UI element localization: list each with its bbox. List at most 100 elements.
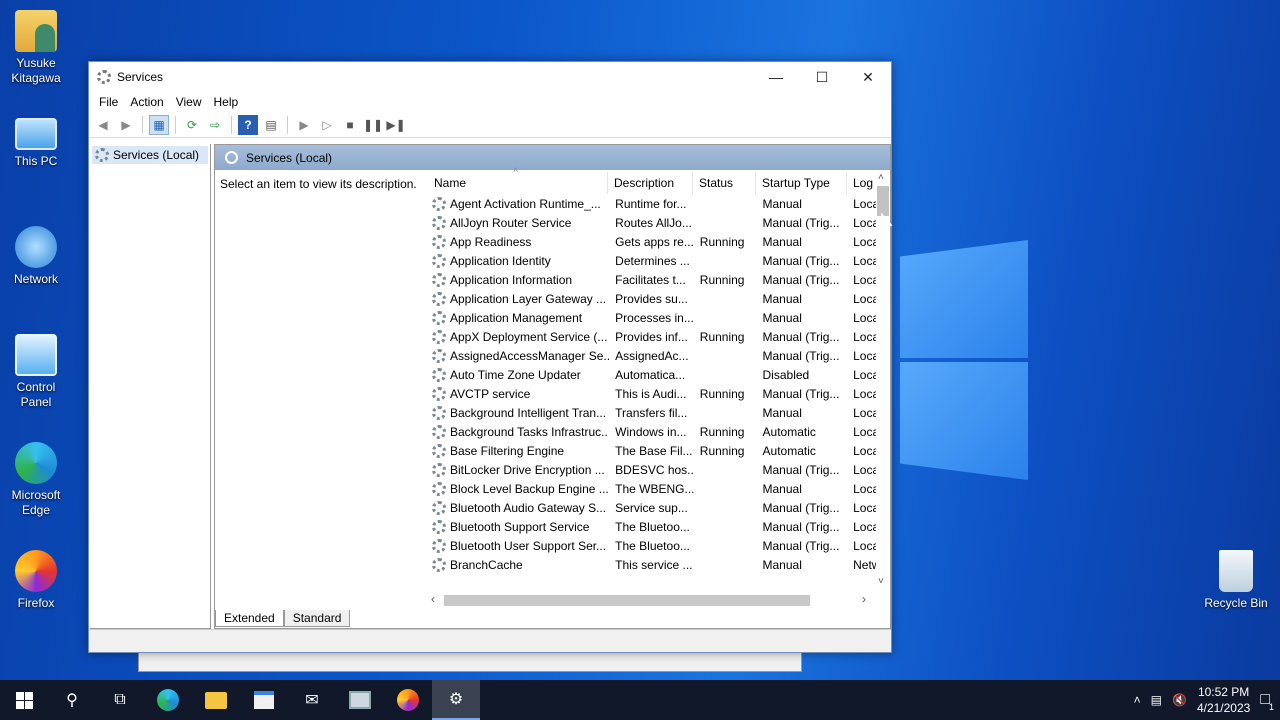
table-row[interactable]: Application Layer Gateway ... Provides su… <box>430 289 876 308</box>
table-row[interactable]: Application Management Processes in... Man… <box>430 308 876 327</box>
minimize-button[interactable]: — <box>753 62 799 92</box>
table-row[interactable]: Background Tasks Infrastruc... Windows in… <box>430 422 876 441</box>
network-tray-icon[interactable]: ▤ <box>1151 693 1162 707</box>
cell-name: AllJoyn Router Service <box>430 215 609 230</box>
close-button[interactable]: ✕ <box>845 62 891 92</box>
table-row[interactable]: App Readiness Gets apps re... Running Manua… <box>430 232 876 251</box>
desktop-icon-recycle-bin[interactable]: Recycle Bin <box>1200 550 1272 611</box>
table-row[interactable]: Background Intelligent Tran... Transfers … <box>430 403 876 422</box>
service-name: AppX Deployment Service (... <box>450 329 608 344</box>
scroll-up-icon[interactable]: ˄ <box>878 172 884 183</box>
cell-startup-type: Manual (Trig... <box>762 253 840 268</box>
horizontal-scroll-thumb[interactable] <box>444 595 810 606</box>
table-row[interactable]: BranchCache This service ... Manual Netw <box>430 555 876 574</box>
table-row[interactable]: Auto Time Zone Updater Automatica... Disab… <box>430 365 876 384</box>
cell-name: AppX Deployment Service (... <box>430 329 609 344</box>
maximize-button[interactable]: ☐ <box>799 62 845 92</box>
desktop-icon-edge[interactable]: Microsoft Edge <box>4 442 68 518</box>
taskbar-services-icon[interactable]: ⚙ <box>432 680 480 720</box>
cell-startup-type: Manual <box>762 196 802 211</box>
scroll-right-icon[interactable]: › <box>862 592 866 606</box>
cell-name: Application Identity <box>430 253 609 268</box>
table-row[interactable]: Agent Activation Runtime_... Runtime for.… <box>430 194 876 213</box>
task-view-icon[interactable]: ⧉ <box>96 680 144 720</box>
properties-icon[interactable]: ▤ <box>261 115 281 135</box>
stop-service-icon[interactable]: ■ <box>340 115 360 135</box>
refresh-icon[interactable]: ⟳ <box>182 115 202 135</box>
menu-action[interactable]: Action <box>124 95 169 109</box>
mail-icon[interactable]: ✉ <box>288 680 336 720</box>
back-icon[interactable]: ◀ <box>93 115 113 135</box>
menu-file[interactable]: File <box>93 95 124 109</box>
control-panel-icon <box>15 334 57 376</box>
cell-log-on-as: Loca <box>853 405 876 420</box>
start-service-alt-icon[interactable]: ▷ <box>317 115 337 135</box>
export-list-icon[interactable]: ⇨ <box>205 115 225 135</box>
window-app-icon[interactable] <box>336 680 384 720</box>
taskbar-firefox-icon[interactable] <box>384 680 432 720</box>
help-icon[interactable]: ? <box>238 114 258 135</box>
column-log-on-as[interactable]: Log <box>847 172 876 194</box>
table-row[interactable]: AssignedAccessManager Se... AssignedAc...… <box>430 346 876 365</box>
start-service-icon[interactable]: ▶ <box>294 115 314 135</box>
windows-logo-icon <box>15 691 33 709</box>
table-row[interactable]: AppX Deployment Service (... Provides inf… <box>430 327 876 346</box>
taskbar-edge-icon[interactable] <box>144 680 192 720</box>
cell-status: Running <box>699 424 745 439</box>
forward-icon[interactable]: ▶ <box>116 115 136 135</box>
column-description[interactable]: Description <box>608 172 693 194</box>
search-magnifier-icon <box>225 151 238 164</box>
desktop-icon-user-folder[interactable]: Yusuke Kitagawa <box>4 10 68 86</box>
cell-status: Running <box>699 443 745 458</box>
action-center-icon[interactable]: □ 1 <box>1260 691 1274 712</box>
services-gear-icon <box>97 70 111 84</box>
file-explorer-icon[interactable] <box>192 680 240 720</box>
clock[interactable]: 10:52 PM 4/21/2023 <box>1197 684 1250 716</box>
cell-description: BDESVC hos... <box>615 462 694 477</box>
search-icon[interactable]: ⚲ <box>48 680 96 720</box>
table-row[interactable]: Application Information Facilitates t... R… <box>430 270 876 289</box>
start-button[interactable] <box>0 680 48 720</box>
desktop-icon-firefox[interactable]: Firefox <box>4 550 68 611</box>
restart-service-icon[interactable]: ▶❚ <box>386 115 406 135</box>
store-icon[interactable] <box>240 680 288 720</box>
cell-status: Running <box>699 234 745 249</box>
table-row[interactable]: Bluetooth Support Service The Bluetoo... M… <box>430 517 876 536</box>
volume-muted-icon[interactable]: 🔇 <box>1172 693 1187 707</box>
service-gear-icon <box>432 310 446 325</box>
table-row[interactable]: AllJoyn Router Service Routes AllJo... Man… <box>430 213 876 232</box>
title-bar[interactable]: Services — ☐ ✕ <box>89 62 891 92</box>
table-row[interactable]: AVCTP service This is Audi... Running Manua… <box>430 384 876 403</box>
service-name: Application Layer Gateway ... <box>450 291 607 306</box>
table-row[interactable]: BitLocker Drive Encryption ... BDESVC hos… <box>430 460 876 479</box>
scroll-left-icon[interactable]: ‹ <box>431 592 435 606</box>
service-gear-icon <box>432 196 446 211</box>
table-row[interactable]: Application Identity Determines ... Manual… <box>430 251 876 270</box>
service-gear-icon <box>432 272 446 287</box>
cell-description: Determines ... <box>615 253 690 268</box>
tree-item-services-local[interactable]: Services (Local) <box>92 146 208 164</box>
table-row[interactable]: Block Level Backup Engine ... The WBENG..… <box>430 479 876 498</box>
horizontal-scrollbar[interactable]: ‹ › <box>428 592 876 608</box>
tree-item-label: Services (Local) <box>113 148 200 162</box>
show-hidden-icons-icon[interactable]: ˄ <box>1134 693 1141 707</box>
menu-help[interactable]: Help <box>208 95 245 109</box>
cell-log-on-as: Loca <box>853 443 876 458</box>
cell-description: This is Audi... <box>615 386 687 401</box>
show-hide-console-tree-icon[interactable]: ▦ <box>149 114 169 135</box>
tab-extended[interactable]: Extended <box>215 610 284 627</box>
desktop-icon-this-pc[interactable]: This PC <box>4 118 68 169</box>
column-name[interactable]: Name <box>428 172 608 194</box>
table-row[interactable]: Bluetooth Audio Gateway S... Service sup.… <box>430 498 876 517</box>
tab-standard[interactable]: Standard <box>283 610 351 627</box>
scroll-down-icon[interactable]: ˅ <box>878 576 884 587</box>
column-status[interactable]: Status <box>693 172 756 194</box>
desktop-icon-network[interactable]: Network <box>4 226 68 287</box>
desktop-icon-control-panel[interactable]: Control Panel <box>4 334 68 410</box>
table-row[interactable]: Bluetooth User Support Ser... The Bluetoo… <box>430 536 876 555</box>
pause-service-icon[interactable]: ❚❚ <box>363 115 383 135</box>
vertical-scrollbar[interactable]: ˄ ˅ <box>875 172 891 590</box>
table-row[interactable]: Base Filtering Engine The Base Fil... Runn… <box>430 441 876 460</box>
menu-view[interactable]: View <box>170 95 208 109</box>
column-startup-type[interactable]: Startup Type <box>756 172 847 194</box>
